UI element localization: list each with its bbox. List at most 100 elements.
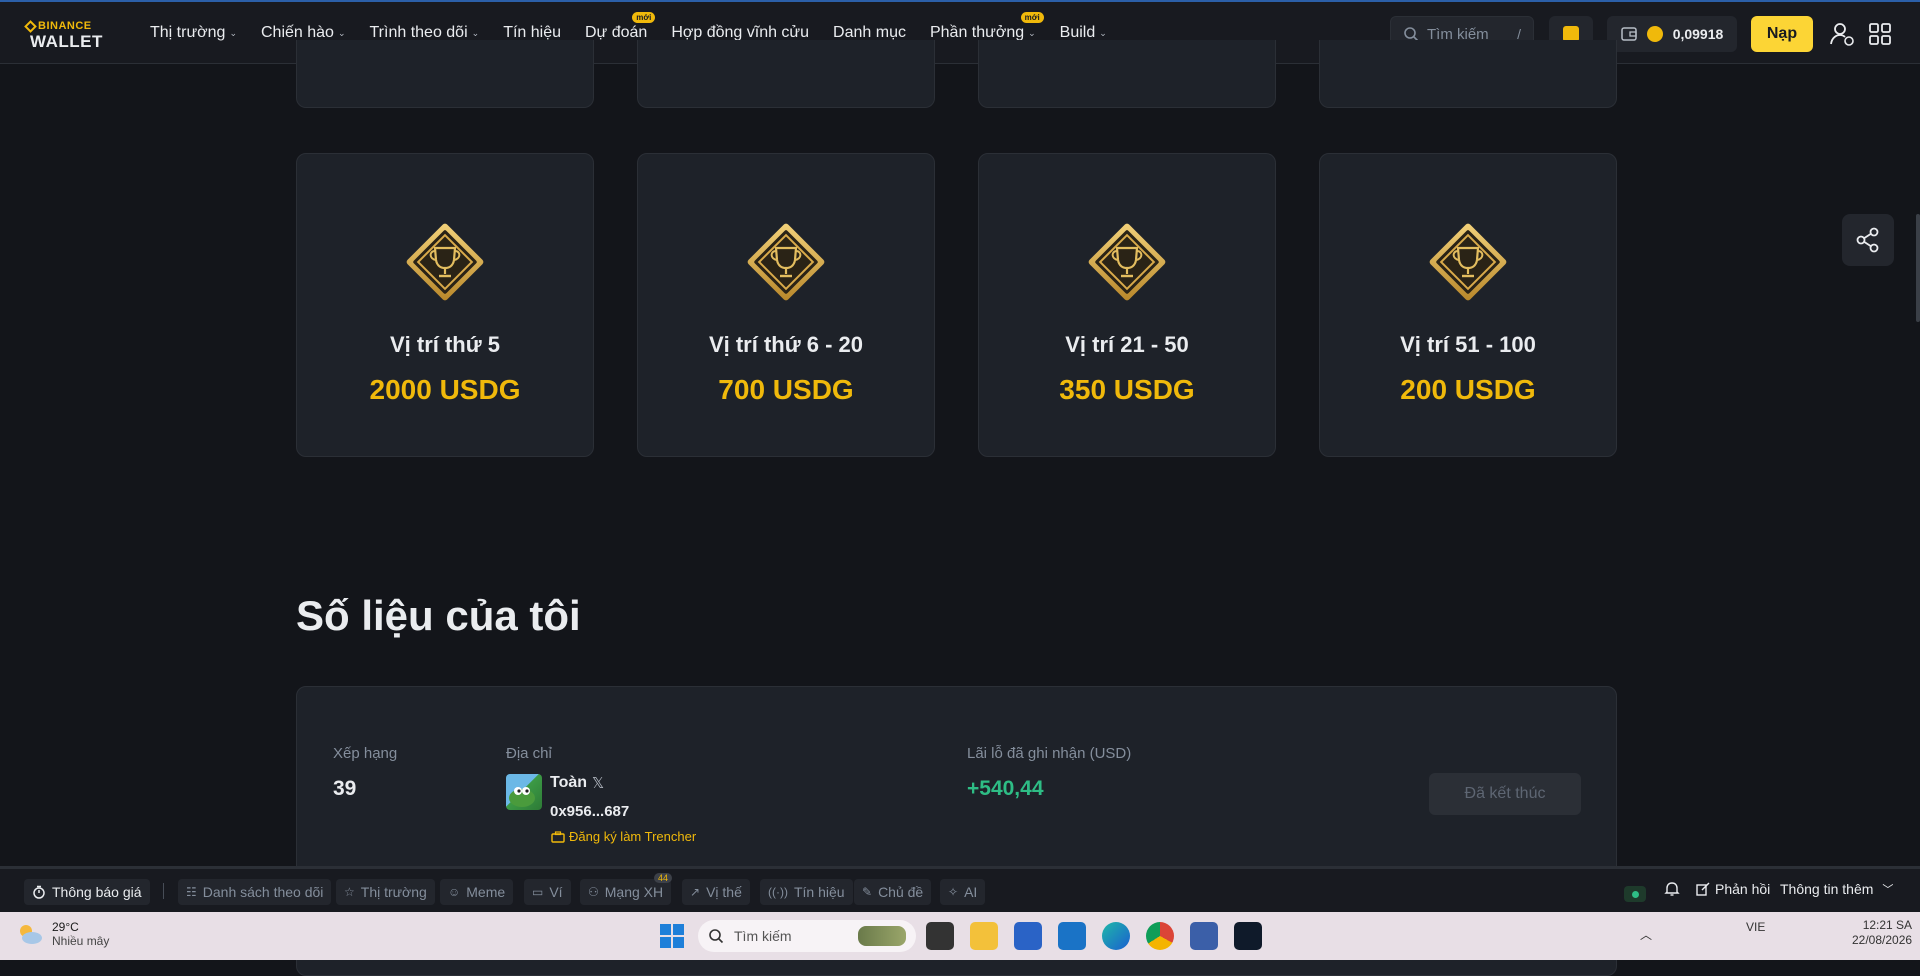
topic-icon: ✎ [862, 885, 873, 899]
chrome-icon[interactable] [1146, 922, 1174, 950]
bottom-tab[interactable]: ↗ Vị thế [682, 879, 750, 905]
apps-grid-icon[interactable] [1866, 20, 1894, 48]
feedback-button[interactable]: Phản hồi [1696, 881, 1770, 897]
more-info-dropdown[interactable]: Thông tin thêm ﹀ [1780, 881, 1893, 897]
prize-card: Vị trí thứ 6 - 20 700 USDG [637, 153, 935, 457]
nav-item[interactable]: Thị trường ⌄ [150, 24, 237, 42]
page-scrollbar[interactable] [1916, 214, 1920, 322]
signal-icon: ((·)) [768, 885, 788, 899]
trophy-icon [399, 216, 491, 308]
binance-logo-icon [24, 19, 37, 33]
bottom-toolbar: Thông báo giá ☷ Danh sách theo dõi ☆ Thị tr… [0, 866, 1920, 912]
prize-position: Vị trí 21 - 50 [1065, 332, 1189, 357]
tray-overflow-icon[interactable]: ︿ [1640, 926, 1652, 943]
star-icon: ☆ [344, 885, 355, 899]
address-label: Địa chỉ [506, 745, 552, 762]
chevron-down-icon: ﹀ [1882, 884, 1894, 896]
prize-position: Vị trí thứ 5 [389, 332, 501, 357]
prize-card-partial [978, 40, 1276, 108]
divider [163, 883, 164, 899]
wallet-icon [1620, 27, 1637, 41]
windows-taskbar: 29°C Nhiều mây Tìm kiếm ︿ VIE 12:21 SA 2… [0, 912, 1920, 960]
prize-position: Vị trí thứ 6 - 20 [708, 332, 864, 357]
connection-status-icon [1624, 886, 1646, 902]
prize-amount: 700 USDG [718, 374, 854, 405]
prize-card-partial [637, 40, 935, 108]
trophy-icon [1081, 216, 1173, 308]
bottom-tab[interactable]: ☆ Thị trường [336, 879, 435, 905]
meme-icon: ☺ [448, 885, 461, 899]
rank-value: 39 [333, 777, 357, 800]
price-alert-button[interactable]: Thông báo giá [24, 879, 150, 905]
x-twitter-icon[interactable]: 𝕏 [592, 774, 604, 792]
avatar [506, 774, 542, 810]
position-icon: ↗ [690, 885, 701, 899]
top-navigation: BINANCE WALLET Thị trường ⌄ Chiến hào ⌄ Trìn… [0, 0, 1920, 64]
chevron-down-icon: ⌄ [229, 27, 237, 38]
watchlist-icon: ☷ [186, 885, 197, 899]
share-icon [1856, 227, 1879, 253]
edge-icon[interactable] [1102, 922, 1130, 950]
coin-icon [1646, 26, 1663, 42]
input-language[interactable]: VIE [1746, 920, 1765, 934]
calculator-icon[interactable] [1190, 922, 1218, 950]
bottom-tab[interactable]: ✧ AI [940, 879, 986, 905]
share-button[interactable] [1842, 214, 1894, 266]
trophy-icon [740, 216, 832, 308]
register-trencher-link[interactable]: Đăng ký làm Trencher [551, 829, 696, 844]
prize-amount: 200 USDG [1400, 374, 1536, 405]
outlook-icon[interactable] [1058, 922, 1086, 950]
rank-label: Xếp hạng [333, 745, 398, 762]
microsoft-store-icon[interactable] [1014, 922, 1042, 950]
file-explorer-icon[interactable] [970, 922, 998, 950]
wallet-address[interactable]: 0x956...687 [550, 803, 629, 820]
prize-card: Vị trí thứ 5 2000 USDG [296, 153, 594, 457]
chevron-down-icon: ⌄ [471, 27, 480, 38]
cloudy-sun-icon [20, 925, 42, 944]
windows-start-icon[interactable] [660, 924, 684, 948]
ai-icon: ✧ [948, 885, 959, 899]
task-view-icon[interactable] [926, 922, 954, 950]
stopwatch-icon [33, 885, 45, 899]
edit-icon [1696, 882, 1710, 896]
wallet-icon: ▭ [532, 885, 544, 899]
bottom-tab[interactable]: ☺ Meme [440, 879, 514, 905]
taskbar-search[interactable]: Tìm kiếm [698, 920, 916, 952]
league-of-legends-icon[interactable] [1234, 922, 1262, 950]
user-name: Toàn [550, 774, 588, 791]
binance-wallet-logo[interactable]: BINANCE WALLET [24, 18, 118, 51]
network-volume-battery-icons[interactable] [1780, 922, 1850, 950]
deposit-button[interactable]: Nạp [1751, 16, 1813, 52]
briefcase-icon [551, 830, 565, 843]
new-badge: mới [1020, 12, 1044, 23]
prize-position: Vị trí 51 - 100 [1400, 332, 1536, 357]
search-icon [709, 929, 724, 944]
chevron-down-icon: ⌄ [337, 27, 346, 38]
wallet-balance: 0,09918 [1672, 26, 1724, 42]
tray-apps-icons[interactable] [1668, 922, 1738, 950]
notification-settings-icon[interactable] [1664, 881, 1680, 897]
bottom-tab[interactable]: ((·)) Tín hiệu [760, 879, 853, 905]
weather-widget[interactable]: 29°C Nhiều mây [16, 920, 109, 948]
bottom-tab[interactable]: ▭ Ví [524, 879, 571, 905]
bottom-tab[interactable]: ✎ Chủ đề [854, 879, 932, 905]
pnl-value: +540,44 [967, 777, 1044, 800]
chevron-down-icon: ⌄ [1099, 27, 1107, 38]
chevron-down-icon: ⌄ [1028, 27, 1036, 38]
prize-card-partial [296, 40, 594, 108]
account-icon[interactable] [1828, 20, 1856, 48]
social-count-badge: 44 [654, 873, 673, 883]
prize-card: Vị trí 51 - 100 200 USDG [1319, 153, 1617, 457]
new-badge: mới [632, 12, 656, 23]
pnl-label: Lãi lỗ đã ghi nhận (USD) [967, 745, 1132, 762]
prize-amount: 2000 USDG [369, 374, 521, 405]
clock[interactable]: 12:21 SA 22/08/2026 [1852, 918, 1912, 948]
wallet-balance-button[interactable]: 0,09918 [1607, 16, 1737, 52]
prize-card: Vị trí 21 - 50 350 USDG [978, 153, 1276, 457]
social-icon: ⚇ [588, 885, 599, 899]
ended-button[interactable]: Đã kết thúc [1429, 773, 1581, 815]
prize-card-partial [1319, 40, 1617, 108]
trophy-icon [1422, 216, 1514, 308]
prize-amount: 350 USDG [1059, 374, 1195, 405]
bottom-tab[interactable]: ☷ Danh sách theo dõi [178, 879, 332, 905]
